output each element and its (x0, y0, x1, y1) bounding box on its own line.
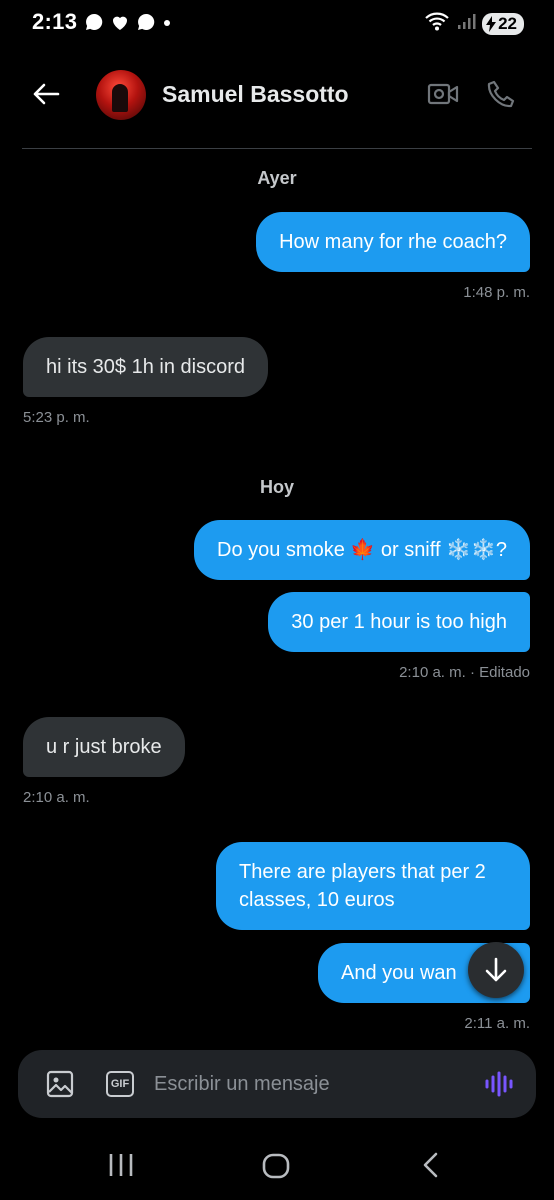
battery-level: 22 (498, 13, 517, 33)
outgoing-message[interactable]: How many for rhe coach? (256, 212, 530, 272)
scroll-to-bottom-button[interactable] (468, 942, 524, 998)
back-button[interactable] (28, 76, 64, 112)
voice-wave-icon (485, 1071, 513, 1097)
recents-button[interactable] (106, 1152, 136, 1183)
chevron-left-icon (423, 1152, 438, 1178)
incoming-message[interactable]: hi its 30$ 1h in discord (23, 337, 269, 397)
day-separator: Hoy (259, 477, 294, 497)
message-timestamp: 2:10 a. m. (23, 789, 90, 806)
charging-bolt-icon (486, 15, 497, 32)
incoming-message[interactable]: u r just broke (23, 717, 185, 777)
back-arrow-icon (33, 83, 60, 105)
battery-indicator: 22 (482, 12, 524, 35)
phone-call-icon (487, 80, 515, 108)
heart-icon (110, 12, 130, 32)
video-call-icon (427, 83, 459, 105)
contact-name[interactable]: Samuel Bassotto (162, 81, 349, 108)
chat-bubble-icon (84, 12, 104, 32)
status-time: 2:13 (32, 9, 78, 34)
phone-call-button[interactable] (484, 77, 518, 111)
image-button[interactable] (46, 1070, 74, 1098)
arrow-down-icon (485, 957, 507, 982)
signal-icon (456, 11, 476, 36)
outgoing-message[interactable]: Do you smoke 🍁 or sniff ❄️❄️? (194, 520, 530, 580)
status-right: 22 (424, 10, 524, 37)
home-icon (262, 1153, 290, 1179)
outgoing-message[interactable]: There are players that per 2 classes, 10… (216, 842, 530, 930)
chat-bubble-icon (136, 12, 156, 32)
message-timestamp: 1:48 p. m. (463, 284, 530, 301)
conversation-header: Samuel Bassotto (0, 60, 554, 130)
home-button[interactable] (262, 1153, 290, 1184)
image-icon (46, 1070, 74, 1098)
day-separator: Ayer (257, 168, 297, 188)
gif-button[interactable]: GIF (106, 1071, 134, 1097)
voice-message-button[interactable] (484, 1070, 514, 1098)
status-bar: 2:13 22 (0, 0, 554, 44)
message-timestamp: 2:10 a. m. · Editado (399, 664, 530, 681)
message-input[interactable] (154, 1068, 454, 1100)
system-navigation-bar (0, 1140, 554, 1200)
message-timestamp: 2:11 a. m. (464, 1015, 530, 1032)
video-call-button[interactable] (426, 77, 460, 111)
header-divider (22, 148, 532, 149)
dot-icon (162, 12, 172, 32)
message-timestamp: 5:23 p. m. (23, 409, 90, 426)
recents-icon (109, 1154, 133, 1176)
notification-icons (84, 12, 172, 32)
system-back-button[interactable] (420, 1152, 442, 1183)
wifi-icon (424, 10, 450, 37)
message-composer: GIF (18, 1050, 536, 1118)
avatar[interactable] (96, 70, 146, 120)
outgoing-message[interactable]: 30 per 1 hour is too high (268, 592, 530, 652)
